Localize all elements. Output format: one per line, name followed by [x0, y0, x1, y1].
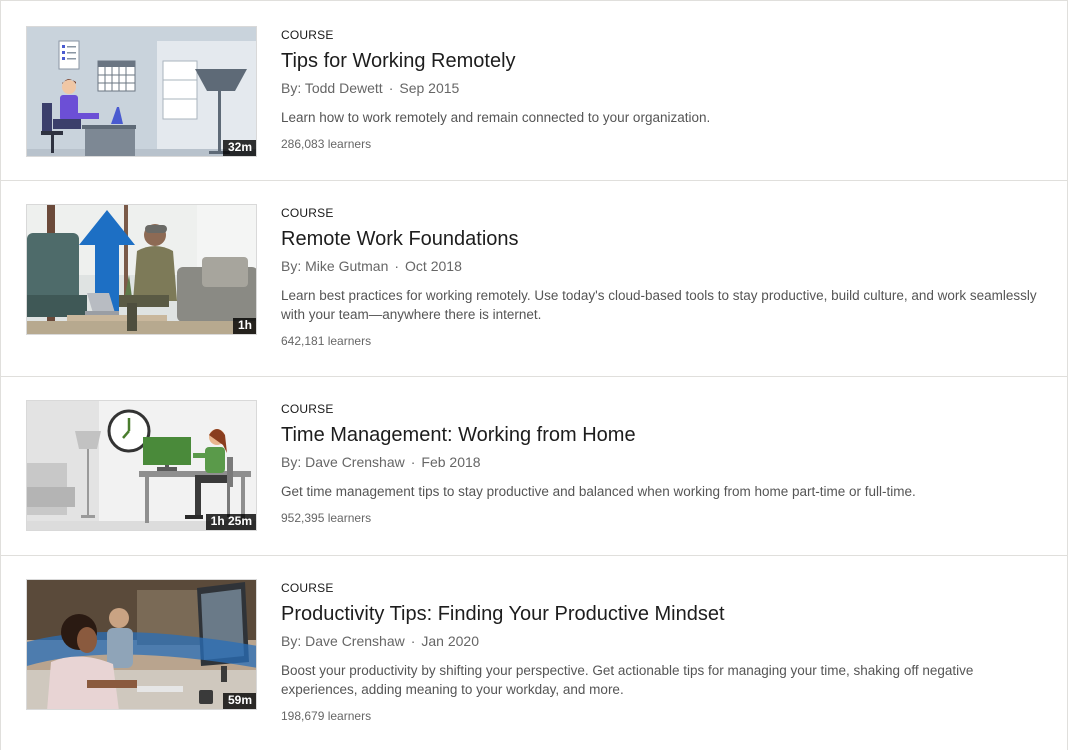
byline-separator: ·: [388, 80, 394, 96]
author-name[interactable]: By: Todd Dewett: [281, 80, 383, 96]
course-title[interactable]: Productivity Tips: Finding Your Producti…: [281, 602, 1048, 626]
learner-count: 642,181 learners: [281, 334, 372, 348]
course-description: Learn best practices for working remotel…: [281, 288, 1037, 322]
course-byline: By: Todd Dewett · Sep 2015: [281, 79, 1048, 97]
course-meta: COURSE Remote Work Foundations By: Mike …: [281, 206, 1048, 348]
course-thumbnail[interactable]: 1h 25m: [26, 400, 257, 531]
duration-badge: 59m: [222, 693, 256, 709]
course-meta: COURSE Productivity Tips: Finding Your P…: [281, 581, 1048, 723]
home-office-photo: [27, 205, 256, 334]
byline-separator: ·: [410, 454, 416, 470]
course-title[interactable]: Time Management: Working from Home: [281, 423, 1048, 447]
byline-separator: ·: [410, 633, 416, 649]
course-thumbnail[interactable]: 1h: [26, 204, 257, 335]
course-byline: By: Mike Gutman · Oct 2018: [281, 257, 1048, 275]
learner-count: 286,083 learners: [281, 137, 372, 151]
course-title[interactable]: Tips for Working Remotely: [281, 49, 1048, 73]
office-worker-photo: [27, 580, 256, 709]
content-type-label: COURSE: [281, 581, 334, 595]
release-date: Jan 2020: [421, 633, 479, 649]
release-date: Sep 2015: [399, 80, 460, 96]
content-type-label: COURSE: [281, 206, 334, 220]
course-thumbnail[interactable]: 59m: [26, 579, 257, 710]
course-description: Get time management tips to stay product…: [281, 484, 916, 499]
course-card[interactable]: 1h 25m COURSE Time Management: Working f…: [1, 377, 1068, 556]
author-name[interactable]: By: Dave Crenshaw: [281, 633, 405, 649]
duration-badge: 32m: [222, 140, 256, 156]
home-desk-illustration: [27, 401, 256, 530]
duration-badge: 1h 25m: [205, 514, 256, 530]
course-list: 32m COURSE Tips for Working Remotely By:…: [0, 0, 1068, 750]
learner-count: 952,395 learners: [281, 511, 372, 525]
remote-worker-illustration: [27, 27, 256, 156]
byline-separator: ·: [394, 258, 400, 274]
release-date: Feb 2018: [421, 454, 481, 470]
author-name[interactable]: By: Dave Crenshaw: [281, 454, 405, 470]
author-name[interactable]: By: Mike Gutman: [281, 258, 388, 274]
content-type-label: COURSE: [281, 28, 334, 42]
duration-badge: 1h: [232, 318, 256, 334]
course-byline: By: Dave Crenshaw · Feb 2018: [281, 453, 1048, 471]
course-card[interactable]: 1h COURSE Remote Work Foundations By: Mi…: [1, 181, 1068, 377]
course-description: Learn how to work remotely and remain co…: [281, 110, 711, 125]
content-type-label: COURSE: [281, 402, 334, 416]
course-meta: COURSE Tips for Working Remotely By: Tod…: [281, 28, 1048, 151]
course-card[interactable]: 32m COURSE Tips for Working Remotely By:…: [1, 1, 1068, 181]
course-thumbnail[interactable]: 32m: [26, 26, 257, 157]
course-byline: By: Dave Crenshaw · Jan 2020: [281, 632, 1048, 650]
release-date: Oct 2018: [405, 258, 462, 274]
course-meta: COURSE Time Management: Working from Hom…: [281, 402, 1048, 525]
learner-count: 198,679 learners: [281, 709, 372, 723]
course-title[interactable]: Remote Work Foundations: [281, 227, 1048, 251]
course-description: Boost your productivity by shifting your…: [281, 663, 974, 697]
course-card[interactable]: 59m COURSE Productivity Tips: Finding Yo…: [1, 556, 1068, 751]
